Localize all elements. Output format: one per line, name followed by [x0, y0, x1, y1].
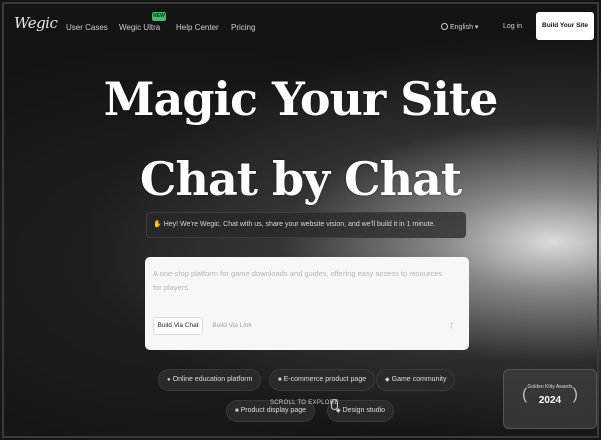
language-selector[interactable]: English ▾ [441, 23, 478, 31]
chip-label: E-commerce product page [283, 376, 367, 383]
tab-build-via-chat[interactable]: Build Via Chat [153, 317, 203, 335]
award-badge[interactable]: ( Golden Kitty Awards 2024 ) [503, 369, 597, 429]
arrow-up-icon[interactable]: ↑ [449, 320, 454, 331]
mouse-icon [331, 399, 338, 410]
build-your-site-button[interactable]: Build Your Site [536, 12, 594, 40]
tab-build-via-link[interactable]: Build Via Link [209, 317, 255, 335]
location-pin-icon: ● [167, 377, 171, 383]
chevron-down-icon: ▾ [474, 24, 479, 31]
prompt-card: A one-stop platform for game downloads a… [145, 257, 469, 350]
new-badge: NEW [152, 12, 166, 21]
greeting-banner: ✋ Hey! We're Wegic. Chat with us, share y… [146, 212, 466, 238]
tag-icon: ■ [235, 408, 239, 414]
award-title: Golden Kitty Awards [527, 384, 573, 390]
chip-label: Online education platform [172, 376, 253, 383]
award-year: 2024 [538, 395, 562, 406]
greeting-text: Hey! We're Wegic. Chat with us, share yo… [163, 221, 436, 228]
gamepad-icon: ◆ [385, 377, 390, 383]
login-link[interactable]: Log in [503, 23, 522, 30]
nav-link-pricing[interactable]: Pricing [231, 23, 255, 32]
nav-link-help-center[interactable]: Help Center [176, 23, 219, 32]
scroll-hint: SCROLL TO EXPLORE [270, 400, 339, 406]
nav-link-wegic-ultra[interactable]: Wegic Ultra [119, 23, 160, 32]
prompt-input[interactable]: A one-stop platform for game downloads a… [153, 267, 443, 295]
chip-label: Game community [391, 376, 447, 383]
hero-title-line-1: Magic Your Site [103, 72, 499, 126]
laurel-icon: ) [572, 386, 578, 403]
chip-game-community[interactable]: ◆ Game community [376, 369, 456, 391]
globe-icon [441, 23, 448, 30]
chip-online-education[interactable]: ● Online education platform [158, 369, 262, 391]
logo[interactable]: Wegic [14, 14, 58, 32]
wave-icon: ✋ [153, 221, 162, 228]
page: Wegic User Cases Wegic Ultra NEW Help Ce… [0, 0, 601, 440]
chip-ecommerce[interactable]: ■ E-commerce product page [269, 369, 376, 391]
nav-link-user-cases[interactable]: User Cases [66, 23, 108, 32]
cart-icon: ■ [278, 377, 282, 383]
chip-label: Product display page [240, 407, 307, 414]
chip-label: Design studio [342, 407, 386, 414]
hero-title-line-2: Chat by Chat [139, 152, 462, 206]
top-nav: Wegic User Cases Wegic Ultra NEW Help Ce… [0, 0, 601, 52]
language-label: English [450, 24, 473, 31]
